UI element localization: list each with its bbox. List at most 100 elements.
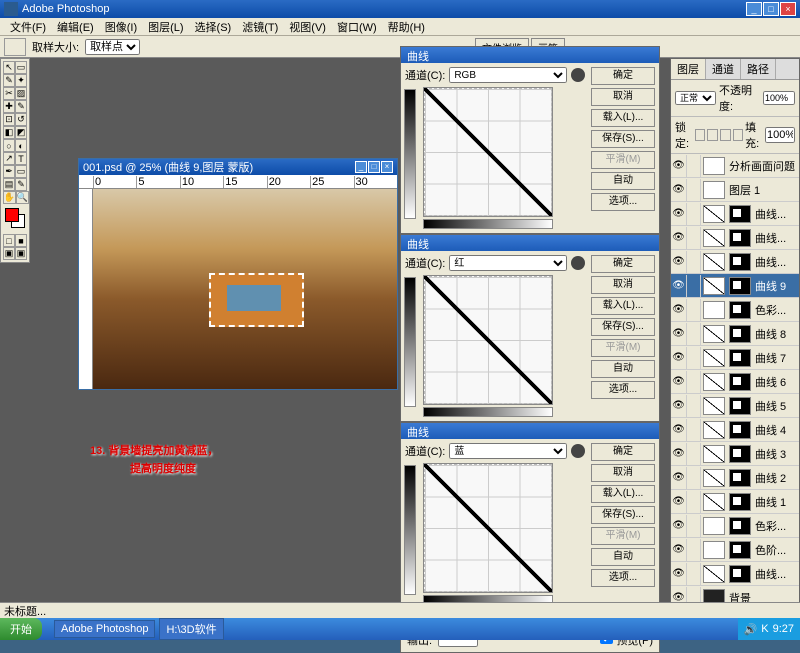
channel-knob[interactable] (571, 256, 585, 270)
blend-mode-select[interactable]: 正常 (675, 91, 716, 105)
visibility-toggle[interactable]: 👁 (671, 563, 687, 585)
mask-thumbnail[interactable] (729, 277, 751, 295)
layer-row[interactable]: 👁 曲线... (671, 226, 799, 250)
channel-select[interactable]: RGB (449, 67, 567, 83)
link-toggle[interactable] (687, 179, 701, 201)
layer-name[interactable]: 曲线 5 (753, 398, 799, 414)
layer-thumbnail[interactable] (703, 205, 725, 223)
slice-tool[interactable]: ▨ (15, 87, 27, 100)
ok-button[interactable]: 确定 (591, 67, 655, 85)
layer-thumbnail[interactable] (703, 541, 725, 559)
menu-filter[interactable]: 滤镜(T) (238, 18, 282, 36)
layer-thumbnail[interactable] (703, 229, 725, 247)
link-toggle[interactable] (687, 155, 701, 177)
layer-name[interactable]: 曲线 3 (753, 446, 799, 462)
visibility-toggle[interactable]: 👁 (671, 491, 687, 513)
layer-thumbnail[interactable] (703, 445, 725, 463)
channel-knob[interactable] (571, 444, 585, 458)
visibility-toggle[interactable]: 👁 (671, 371, 687, 393)
mask-thumbnail[interactable] (729, 325, 751, 343)
layer-row[interactable]: 👁 曲线 8 (671, 322, 799, 346)
lock-all[interactable] (733, 129, 744, 141)
menu-help[interactable]: 帮助(H) (384, 18, 429, 36)
channel-select[interactable]: 红 (449, 255, 567, 271)
visibility-toggle[interactable]: 👁 (671, 227, 687, 249)
link-toggle[interactable] (687, 371, 701, 393)
visibility-toggle[interactable]: 👁 (671, 443, 687, 465)
layer-row[interactable]: 👁 图层 1 (671, 178, 799, 202)
save-button[interactable]: 保存(S)... (591, 318, 655, 336)
layer-thumbnail[interactable] (703, 469, 725, 487)
mask-thumbnail[interactable] (729, 205, 751, 223)
layer-thumbnail[interactable] (703, 421, 725, 439)
visibility-toggle[interactable]: 👁 (671, 395, 687, 417)
layer-thumbnail[interactable] (703, 565, 725, 583)
history-tool[interactable]: ↺ (15, 113, 27, 126)
menu-select[interactable]: 选择(S) (191, 18, 236, 36)
channel-knob[interactable] (571, 68, 585, 82)
layer-row[interactable]: 👁 色阶... (671, 538, 799, 562)
menu-file[interactable]: 文件(F) (6, 18, 50, 36)
mask-thumbnail[interactable] (729, 397, 751, 415)
visibility-toggle[interactable]: 👁 (671, 347, 687, 369)
tab-paths[interactable]: 路径 (741, 59, 776, 79)
layer-row[interactable]: 👁 曲线 2 (671, 466, 799, 490)
options-button[interactable]: 选项... (591, 381, 655, 399)
visibility-toggle[interactable]: 👁 (671, 419, 687, 441)
close-button[interactable]: × (780, 2, 796, 16)
link-toggle[interactable] (687, 323, 701, 345)
link-toggle[interactable] (687, 443, 701, 465)
menu-view[interactable]: 视图(V) (285, 18, 330, 36)
tab-channels[interactable]: 通道 (706, 59, 741, 79)
dodge-tool[interactable]: ◐ (15, 139, 27, 152)
layer-row[interactable]: 👁 曲线 3 (671, 442, 799, 466)
layer-row[interactable]: 👁 曲线... (671, 562, 799, 586)
path-tool[interactable]: ↗ (3, 152, 15, 165)
eraser-tool[interactable]: ◧ (3, 126, 15, 139)
minimize-button[interactable]: _ (746, 2, 762, 16)
mask-thumbnail[interactable] (729, 469, 751, 487)
menu-window[interactable]: 窗口(W) (333, 18, 381, 36)
zoom-tool[interactable]: 🔍 (16, 191, 29, 204)
channel-select[interactable]: 蓝 (449, 443, 567, 459)
load-button[interactable]: 载入(L)... (591, 109, 655, 127)
layer-name[interactable]: 曲线 1 (753, 494, 799, 510)
shape-tool[interactable]: ▭ (15, 165, 27, 178)
current-tool-icon[interactable] (4, 38, 26, 56)
layer-name[interactable]: 曲线 4 (753, 422, 799, 438)
layer-row[interactable]: 👁 曲线 9 (671, 274, 799, 298)
options-button[interactable]: 选项... (591, 193, 655, 211)
system-tray[interactable]: 🔊 K 9:27 (738, 618, 800, 640)
layer-row[interactable]: 👁 曲线 1 (671, 490, 799, 514)
link-toggle[interactable] (687, 563, 701, 585)
layer-thumbnail[interactable] (703, 301, 725, 319)
doc-maximize[interactable]: □ (368, 161, 380, 173)
mask-thumbnail[interactable] (729, 229, 751, 247)
tray-icon[interactable]: 🔊 (744, 623, 758, 636)
curves-graph[interactable] (423, 275, 553, 405)
layer-thumbnail[interactable] (703, 253, 725, 271)
lock-pixels[interactable] (707, 129, 718, 141)
lasso-tool[interactable]: ✎ (3, 74, 15, 87)
curves-title[interactable]: 曲线 (401, 47, 659, 63)
move-tool[interactable]: ↖ (3, 61, 15, 74)
visibility-toggle[interactable]: 👁 (671, 155, 687, 177)
brush-tool[interactable]: ✎ (15, 100, 27, 113)
link-toggle[interactable] (687, 275, 701, 297)
taskbar-item[interactable]: Adobe Photoshop (54, 620, 155, 638)
link-toggle[interactable] (687, 419, 701, 441)
layer-name[interactable]: 曲线 6 (753, 374, 799, 390)
layer-name[interactable]: 曲线 9 (753, 278, 799, 294)
mask-thumbnail[interactable] (729, 421, 751, 439)
marquee-tool[interactable]: ▭ (15, 61, 27, 74)
load-button[interactable]: 载入(L)... (591, 297, 655, 315)
screen-full[interactable]: ▣ (15, 247, 27, 260)
opacity-input[interactable] (763, 91, 795, 105)
mask-thumbnail[interactable] (729, 253, 751, 271)
layer-thumbnail[interactable] (703, 277, 725, 295)
screen-standard[interactable]: ▣ (3, 247, 15, 260)
layer-thumbnail[interactable] (703, 181, 725, 199)
visibility-toggle[interactable]: 👁 (671, 515, 687, 537)
layer-row[interactable]: 👁 曲线 4 (671, 418, 799, 442)
mask-thumbnail[interactable] (729, 373, 751, 391)
